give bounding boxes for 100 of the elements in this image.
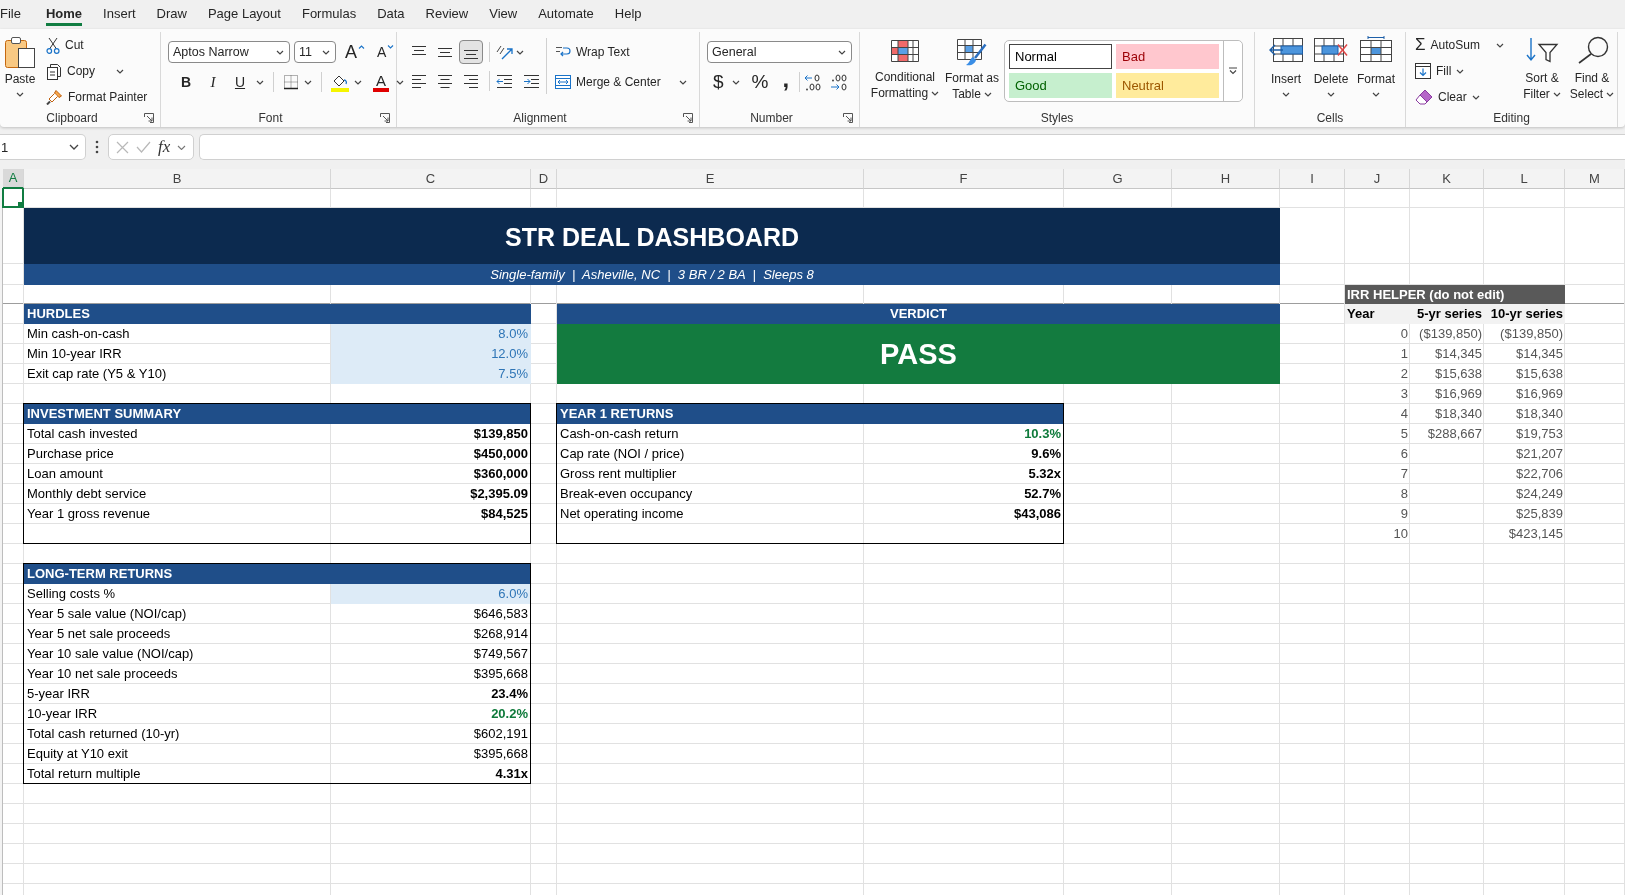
cell-style-option[interactable]: Bad bbox=[1116, 44, 1219, 69]
column-header[interactable]: G bbox=[1064, 169, 1172, 189]
column-header[interactable]: B bbox=[24, 169, 331, 189]
caret-icon[interactable] bbox=[177, 144, 187, 150]
fill-button[interactable]: Fill bbox=[1415, 58, 1519, 84]
autosum-button[interactable]: Σ AutoSum bbox=[1415, 32, 1519, 58]
grow-font-button[interactable]: A bbox=[343, 43, 367, 61]
metric-label: Min 10-year IRR bbox=[26, 345, 123, 363]
caret-icon bbox=[1606, 92, 1615, 98]
menu-tab[interactable]: Automate bbox=[538, 0, 594, 26]
launcher-icon[interactable] bbox=[843, 113, 853, 123]
name-box[interactable]: 1 bbox=[0, 134, 86, 160]
number-format-field[interactable]: General bbox=[707, 41, 852, 63]
italic-button[interactable]: I bbox=[202, 73, 224, 91]
column-header[interactable]: L bbox=[1484, 169, 1565, 189]
metric-label: Equity at Y10 exit bbox=[26, 745, 129, 763]
angled-arrow-icon[interactable] bbox=[496, 44, 514, 60]
wrap-text-button[interactable]: Wrap Text bbox=[555, 40, 630, 64]
series-value: $14,345 bbox=[1434, 345, 1483, 363]
font-name-field[interactable]: Aptos Narrow bbox=[168, 41, 290, 63]
align-center-icon[interactable] bbox=[437, 74, 453, 88]
comma-style-button[interactable]: , bbox=[780, 72, 792, 92]
launcher-icon[interactable] bbox=[380, 113, 390, 123]
menu-tab[interactable]: Formulas bbox=[301, 0, 357, 26]
menu-tab[interactable]: Data bbox=[377, 0, 405, 26]
conditional-formatting-button[interactable]: Conditional Formatting bbox=[868, 32, 942, 101]
copy-button[interactable]: Copy bbox=[46, 58, 148, 84]
cell-style-option[interactable]: Normal bbox=[1009, 44, 1112, 69]
menu-tab[interactable]: Page Layout bbox=[207, 0, 281, 26]
column-heading: Year bbox=[1345, 304, 1410, 324]
insert-function-button[interactable]: fx bbox=[158, 138, 171, 156]
insert-button[interactable]: Insert bbox=[1264, 32, 1308, 97]
menu-tab[interactable]: File bbox=[0, 0, 21, 26]
menu-tab[interactable]: Review bbox=[425, 0, 469, 26]
menu-tab[interactable]: Draw bbox=[156, 0, 187, 26]
vertical-align-button[interactable] bbox=[459, 40, 483, 64]
vertical-dots-icon[interactable] bbox=[95, 140, 99, 154]
paste-button[interactable]: Paste bbox=[0, 32, 40, 97]
column-header[interactable]: K bbox=[1410, 169, 1484, 189]
column-header[interactable]: F bbox=[864, 169, 1064, 189]
font-color-button[interactable]: A bbox=[371, 72, 391, 92]
metric-value: $84,525 bbox=[480, 505, 529, 523]
merge-center-button[interactable]: Merge & Center bbox=[555, 70, 687, 94]
column-header[interactable]: I bbox=[1280, 169, 1345, 189]
series-value: $18,340 bbox=[1434, 405, 1483, 423]
column-header[interactable]: A bbox=[3, 169, 24, 189]
eraser-icon bbox=[1415, 89, 1433, 105]
column-header[interactable]: H bbox=[1172, 169, 1280, 189]
increase-decimal-icon[interactable] bbox=[804, 73, 823, 91]
caret-icon[interactable] bbox=[516, 49, 524, 55]
align-left-icon[interactable] bbox=[411, 74, 427, 88]
menu-tab[interactable]: Insert bbox=[103, 0, 136, 26]
format-as-table-button[interactable]: Format as Table bbox=[942, 32, 1002, 102]
metric-value: $395,668 bbox=[472, 665, 529, 683]
clear-button[interactable]: Clear bbox=[1415, 84, 1519, 110]
menu-tab[interactable]: View bbox=[489, 0, 518, 26]
more-styles-button[interactable] bbox=[1223, 41, 1242, 101]
launcher-icon[interactable] bbox=[683, 113, 693, 123]
font-size-field[interactable]: 11 bbox=[294, 41, 336, 63]
bold-button[interactable]: B bbox=[175, 73, 197, 91]
series-value: $16,969 bbox=[1434, 385, 1483, 403]
metric-value: $450,000 bbox=[472, 445, 529, 463]
column-header[interactable]: E bbox=[557, 169, 864, 189]
cut-button[interactable]: Cut bbox=[46, 32, 148, 58]
caret-icon[interactable] bbox=[304, 79, 312, 85]
borders-icon[interactable] bbox=[283, 74, 299, 90]
format-button[interactable]: Format bbox=[1354, 32, 1398, 97]
currency-button[interactable]: $ bbox=[711, 73, 726, 91]
metric-label: Purchase price bbox=[26, 445, 115, 463]
caret-icon[interactable] bbox=[256, 79, 264, 85]
launcher-icon[interactable] bbox=[144, 113, 154, 123]
cell-style-option[interactable]: Neutral bbox=[1116, 72, 1219, 98]
underline-button[interactable]: U bbox=[229, 73, 251, 91]
caret-icon[interactable] bbox=[396, 79, 404, 85]
format-painter-button[interactable]: Format Painter bbox=[46, 84, 148, 110]
section-header: YEAR 1 RETURNS bbox=[557, 404, 1064, 424]
column-header[interactable]: C bbox=[331, 169, 531, 189]
section-header: INVESTMENT SUMMARY bbox=[24, 404, 531, 424]
increase-indent-icon[interactable] bbox=[523, 74, 540, 88]
metric-value: $360,000 bbox=[472, 465, 529, 483]
column-header[interactable]: J bbox=[1345, 169, 1410, 189]
cell-style-option[interactable]: Good bbox=[1009, 72, 1112, 98]
delete-button[interactable]: Delete bbox=[1309, 32, 1353, 97]
shrink-font-button[interactable]: A bbox=[375, 43, 397, 61]
align-right-icon[interactable] bbox=[463, 74, 479, 88]
decrease-indent-icon[interactable] bbox=[496, 74, 513, 88]
metric-label: Gross rent multiplier bbox=[559, 465, 678, 483]
caret-icon[interactable] bbox=[354, 79, 362, 85]
caret-icon[interactable] bbox=[731, 79, 740, 85]
formula-input[interactable] bbox=[199, 134, 1625, 160]
series-value: ($139,850) bbox=[1499, 325, 1564, 343]
decrease-decimal-icon[interactable] bbox=[830, 73, 849, 91]
menu-tab[interactable]: Home bbox=[45, 0, 83, 26]
caret-icon bbox=[838, 49, 846, 55]
percent-button[interactable]: % bbox=[749, 73, 771, 91]
sort-filter-button[interactable]: Sort & Filter bbox=[1519, 32, 1565, 102]
menu-tab[interactable]: Help bbox=[614, 0, 642, 26]
find-select-button[interactable]: Find & Select bbox=[1567, 32, 1617, 102]
column-header[interactable]: D bbox=[531, 169, 557, 189]
column-header[interactable]: M bbox=[1565, 169, 1625, 189]
